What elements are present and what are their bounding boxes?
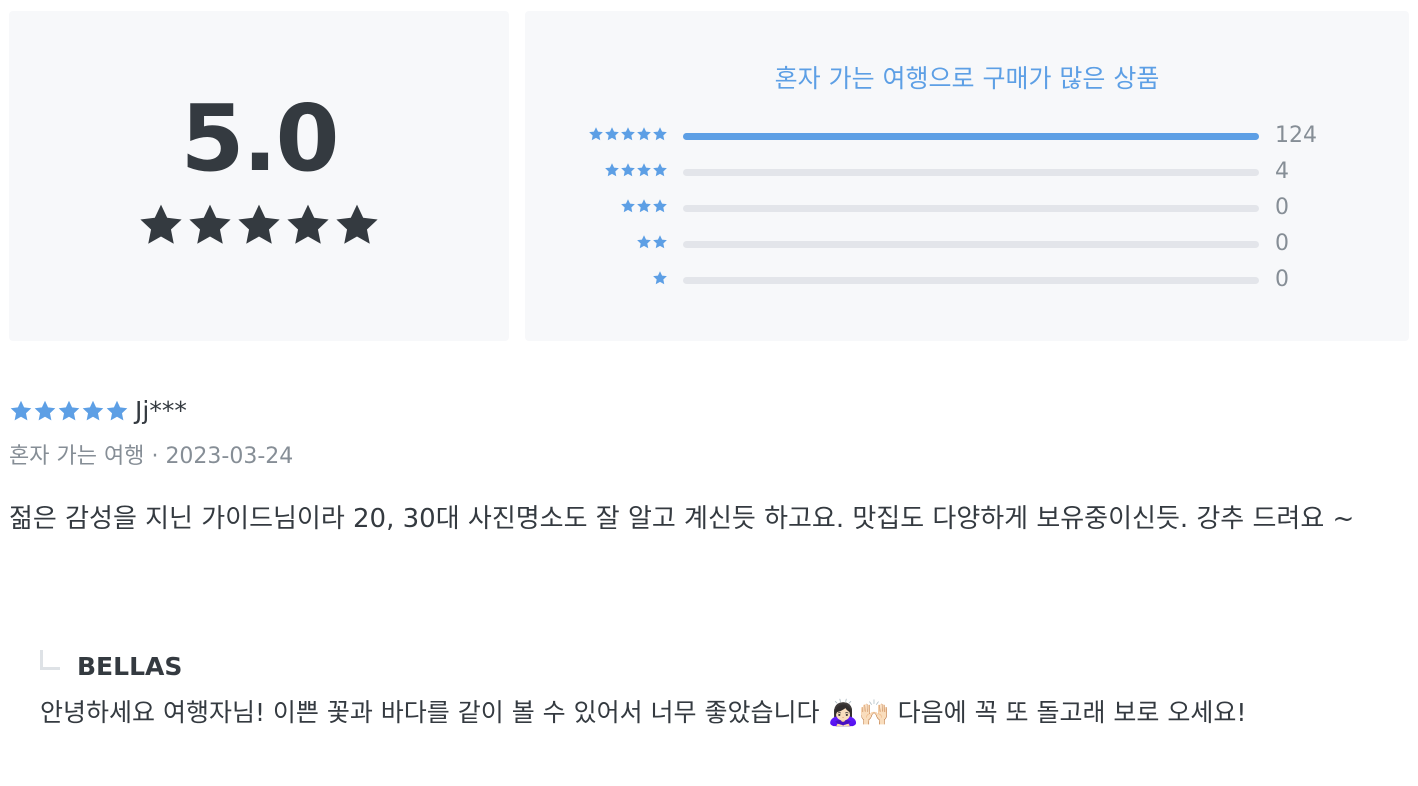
star-icon xyxy=(189,204,231,244)
star-icon xyxy=(140,204,182,244)
distribution-bar-track xyxy=(683,169,1259,176)
review-body: 젊은 감성을 지닌 가이드님이라 20, 30대 사진명소도 잘 알고 계신듯 … xyxy=(9,504,1355,534)
star-icon xyxy=(34,400,56,421)
rating-distribution-panel: 혼자 가는 여행으로 구매가 많은 상품 124 4 0 0 0 xyxy=(525,11,1409,341)
review-header: Jj*** xyxy=(9,395,1409,427)
star-icon xyxy=(621,127,635,141)
star-icon xyxy=(653,199,667,213)
distribution-row-5: 124 xyxy=(525,123,1409,148)
star-icon xyxy=(605,163,619,177)
review-item: Jj*** 혼자 가는 여행 · 2023-03-24 젊은 감성을 지닌 가이… xyxy=(9,395,1409,545)
distribution-row-3: 0 xyxy=(525,195,1409,220)
star-icon xyxy=(653,127,667,141)
star-icon xyxy=(58,400,80,421)
distribution-row-stars xyxy=(652,270,668,286)
reviewer-name: Jj*** xyxy=(135,396,187,425)
star-icon xyxy=(82,400,104,421)
star-icon xyxy=(637,127,651,141)
average-rating-stars xyxy=(9,201,509,249)
star-icon xyxy=(621,199,635,213)
distribution-bar-fill xyxy=(683,133,1259,140)
star-icon xyxy=(287,204,329,244)
distribution-row-4: 4 xyxy=(525,159,1409,184)
star-icon xyxy=(589,127,603,141)
distribution-row-1: 0 xyxy=(525,267,1409,292)
rating-summary-panel: 5.0 xyxy=(9,11,509,341)
star-icon xyxy=(653,235,667,249)
star-icon xyxy=(238,204,280,244)
distribution-count: 4 xyxy=(1275,159,1289,184)
star-icon xyxy=(621,163,635,177)
star-icon xyxy=(637,235,651,249)
meta-separator: · xyxy=(151,444,159,469)
review-meta: 혼자 가는 여행 · 2023-03-24 xyxy=(9,443,1409,471)
distribution-count: 0 xyxy=(1275,195,1289,220)
star-icon xyxy=(653,163,667,177)
review-category: 혼자 가는 여행 xyxy=(9,444,145,469)
distribution-row-stars xyxy=(620,198,668,214)
distribution-row-2: 0 xyxy=(525,231,1409,256)
distribution-bar-track xyxy=(683,205,1259,212)
star-icon xyxy=(106,400,128,421)
distribution-row-stars xyxy=(588,126,668,142)
distribution-bar-track xyxy=(683,133,1259,140)
star-icon xyxy=(336,204,378,244)
star-icon xyxy=(605,127,619,141)
distribution-count: 0 xyxy=(1275,267,1289,292)
star-icon xyxy=(637,163,651,177)
star-icon xyxy=(637,199,651,213)
reply-indent-icon xyxy=(40,650,60,670)
distribution-bar-track xyxy=(683,277,1259,284)
star-icon xyxy=(653,271,667,285)
reply-text: 안녕하세요 여행자님! 이쁜 꽃과 바다를 같이 볼 수 있어서 너무 좋았습니… xyxy=(40,698,1247,727)
distribution-bar-track xyxy=(683,241,1259,248)
distribution-row-stars xyxy=(604,162,668,178)
distribution-title: 혼자 가는 여행으로 구매가 많은 상품 xyxy=(774,64,1160,93)
distribution-count: 0 xyxy=(1275,231,1289,256)
distribution-row-stars xyxy=(636,234,668,250)
review-rating-stars xyxy=(9,399,129,423)
average-rating: 5.0 xyxy=(180,85,340,192)
distribution-count: 124 xyxy=(1275,123,1317,148)
reply-author: BELLAS xyxy=(77,652,183,681)
review-date: 2023-03-24 xyxy=(165,444,294,469)
star-icon xyxy=(10,400,32,421)
seller-reply: BELLAS 안녕하세요 여행자님! 이쁜 꽃과 바다를 같이 볼 수 있어서 … xyxy=(40,648,1400,730)
